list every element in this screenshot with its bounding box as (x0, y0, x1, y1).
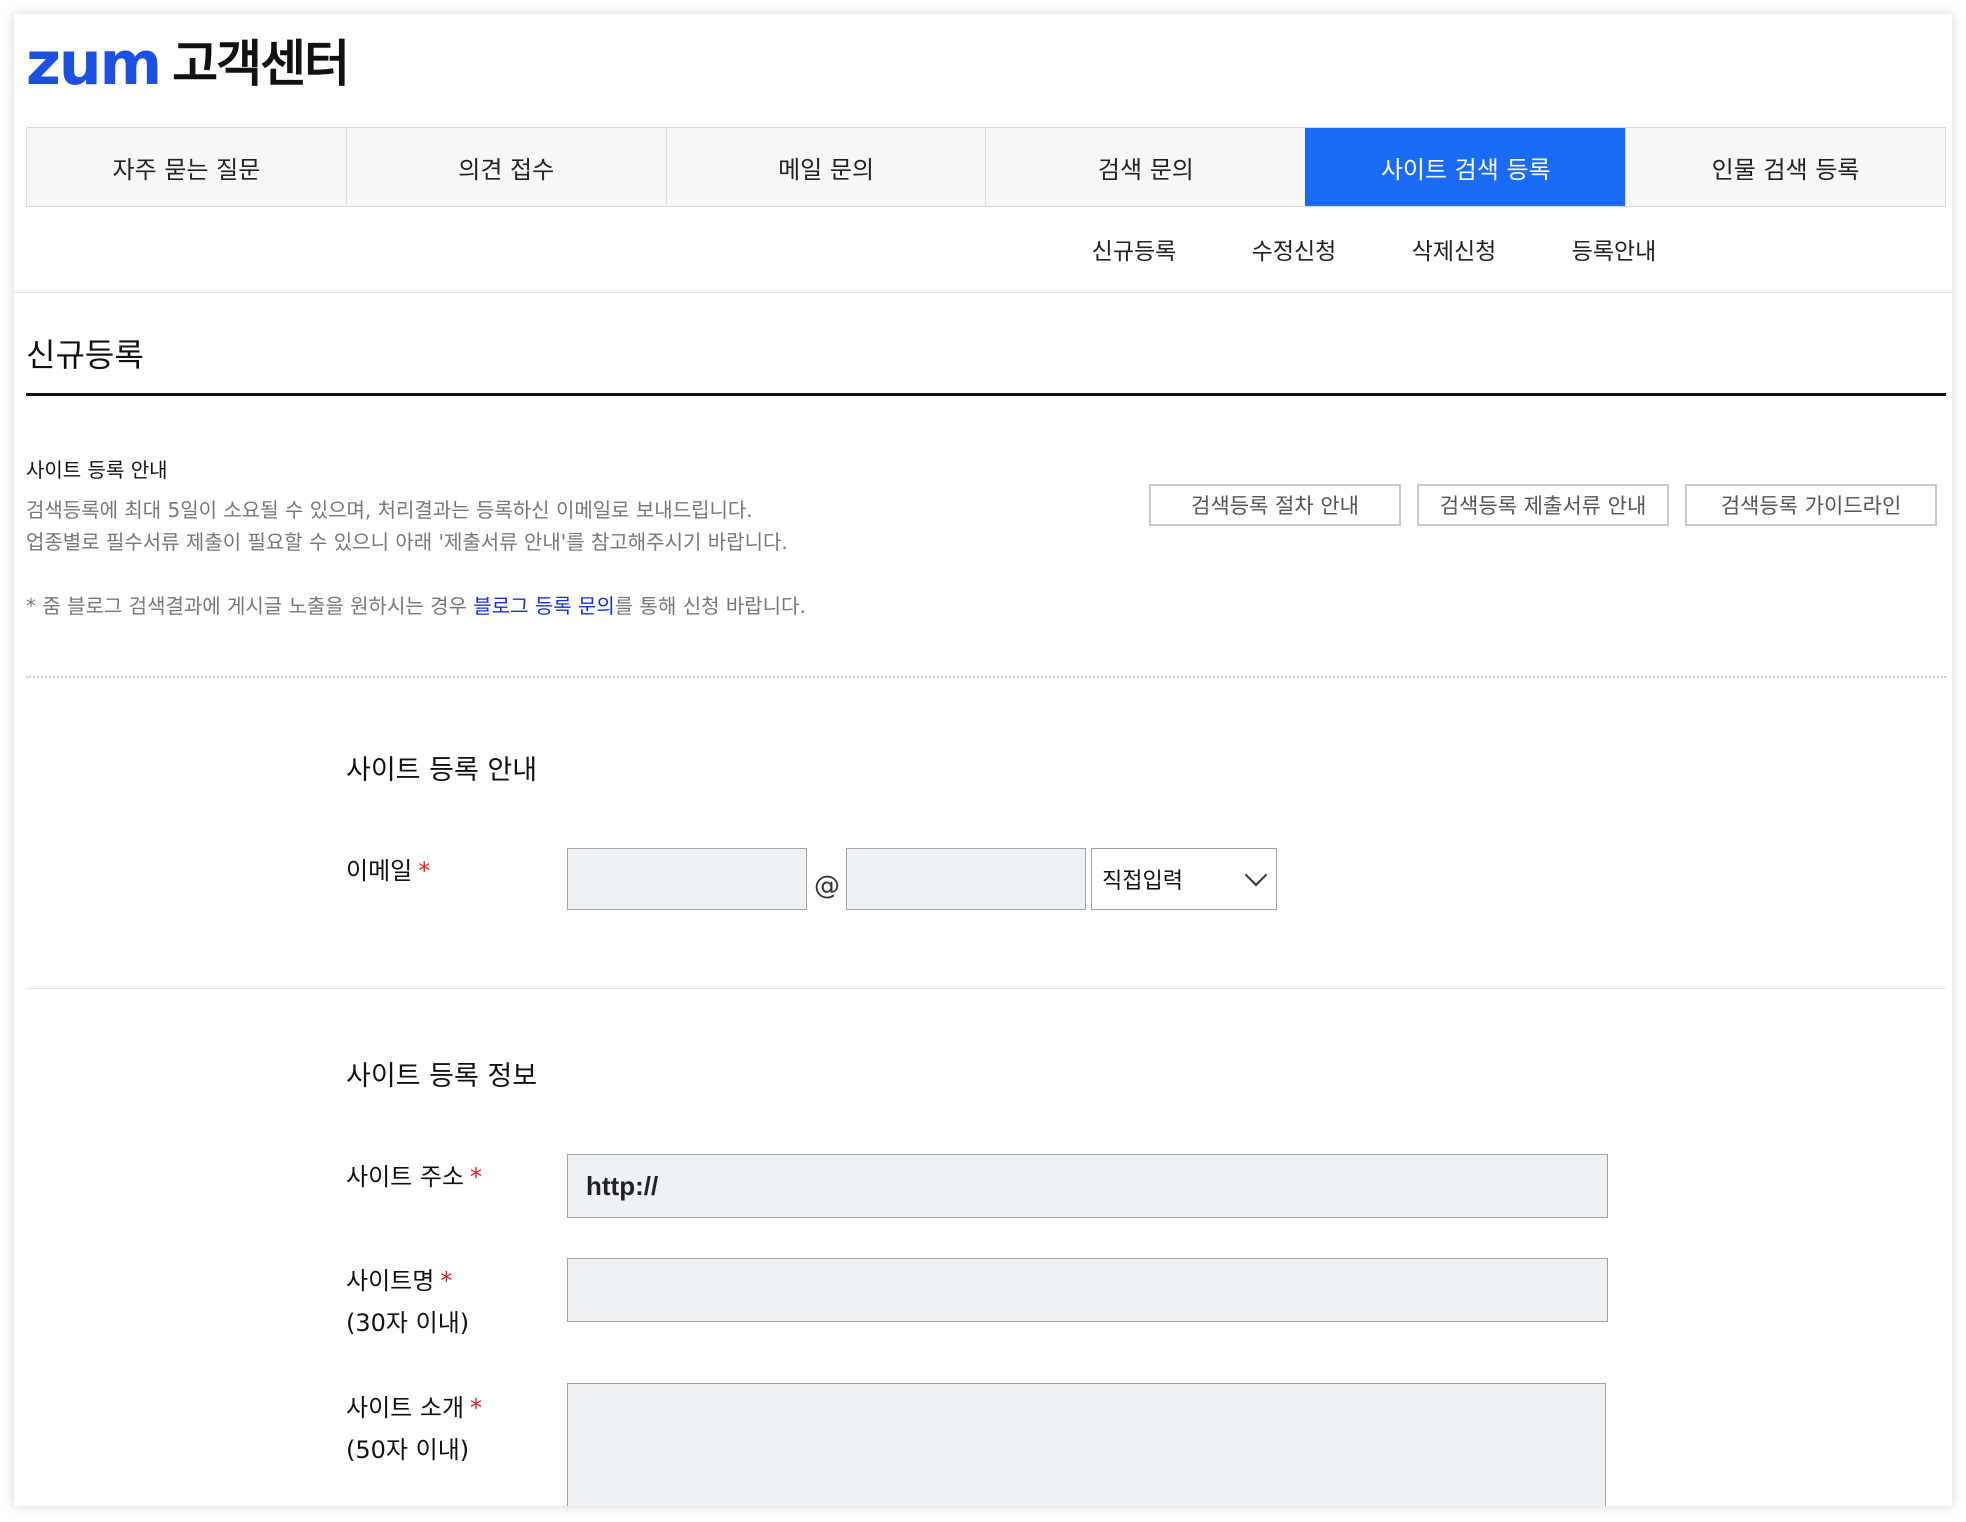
site-url-label: 사이트 주소 * (346, 1156, 482, 1198)
tab-person-search-register[interactable]: 인물 검색 등록 (1625, 128, 1946, 206)
subnav-register-guide[interactable]: 등록안내 (1534, 232, 1694, 266)
email-section-title: 사이트 등록 안내 (346, 755, 538, 786)
tab-feedback[interactable]: 의견 접수 (345, 128, 666, 206)
blog-notice-prefix: * 줌 블로그 검색결과에 게시글 노출을 원하시는 경우 (26, 594, 474, 618)
guideline-button[interactable]: 검색등록 가이드라인 (1685, 484, 1937, 526)
subnav-edit-request[interactable]: 수정신청 (1214, 232, 1374, 266)
required-mark: * (470, 1163, 483, 1191)
page-title: 신규등록 (26, 336, 144, 374)
required-mark: * (470, 1394, 483, 1422)
email-label-text: 이메일 (346, 857, 413, 885)
required-mark: * (440, 1267, 453, 1295)
tab-search-inquiry[interactable]: 검색 문의 (985, 128, 1306, 206)
subnav-delete-request[interactable]: 삭제신청 (1374, 232, 1534, 266)
customer-center-title: 고객센터 (172, 35, 350, 93)
sub-nav: 신규등록 수정신청 삭제신청 등록안내 (1054, 232, 1694, 266)
email-label: 이메일 * (346, 850, 430, 892)
site-intro-label: 사이트 소개 * (50자 이내) (346, 1387, 482, 1471)
page-frame: zum 고객센터 자주 묻는 질문 의견 접수 메일 문의 검색 문의 사이트 … (14, 14, 1952, 1506)
required-documents-button[interactable]: 검색등록 제출서류 안내 (1417, 484, 1669, 526)
blog-notice: * 줌 블로그 검색결과에 게시글 노출을 원하시는 경우 블로그 등록 문의를… (26, 590, 806, 619)
chevron-down-icon (1244, 863, 1268, 887)
info-line-1: 검색등록에 최대 5일이 소요될 수 있으며, 처리결과는 등록하신 이메일로 … (26, 498, 753, 522)
site-name-input[interactable] (567, 1258, 1608, 1322)
site-name-label-text: 사이트명 (346, 1267, 435, 1295)
site-info-section-title: 사이트 등록 정보 (346, 1061, 538, 1092)
tab-site-search-register[interactable]: 사이트 검색 등록 (1305, 128, 1626, 206)
site-url-label-text: 사이트 주소 (346, 1163, 465, 1191)
site-url-input[interactable]: http:// (567, 1154, 1608, 1218)
title-rule (26, 393, 1946, 396)
email-domain-input[interactable] (846, 848, 1086, 910)
dotted-divider (26, 676, 1946, 678)
site-intro-label-text: 사이트 소개 (346, 1394, 465, 1422)
email-domain-select-value: 직접입력 (1102, 869, 1183, 894)
site-intro-hint: (50자 이내) (346, 1436, 470, 1464)
site-logo[interactable]: zum 고객센터 (26, 29, 350, 99)
register-procedure-button[interactable]: 검색등록 절차 안내 (1149, 484, 1401, 526)
site-name-label: 사이트명 * (30자 이내) (346, 1260, 469, 1344)
tab-faq[interactable]: 자주 묻는 질문 (26, 128, 346, 206)
divider (14, 292, 1952, 293)
blog-notice-suffix: 를 통해 신청 바랍니다. (614, 594, 806, 618)
email-domain-select[interactable]: 직접입력 (1091, 848, 1277, 910)
info-line-2: 업종별로 필수서류 제출이 필요할 수 있으니 아래 '제출서류 안내'를 참고… (26, 530, 788, 554)
tab-mail-inquiry[interactable]: 메일 문의 (665, 128, 986, 206)
site-name-hint: (30자 이내) (346, 1309, 470, 1337)
site-intro-textarea[interactable] (567, 1383, 1606, 1506)
required-mark: * (418, 857, 431, 885)
email-id-input[interactable] (567, 848, 807, 910)
zum-logo: zum (26, 29, 162, 99)
blog-register-link[interactable]: 블로그 등록 문의 (473, 594, 615, 618)
subnav-new-register[interactable]: 신규등록 (1054, 232, 1214, 266)
at-symbol: @ (814, 871, 840, 901)
guide-buttons: 검색등록 절차 안내 검색등록 제출서류 안내 검색등록 가이드라인 (1149, 484, 1937, 526)
section-divider (26, 988, 1946, 989)
info-heading: 사이트 등록 안내 (26, 458, 168, 482)
main-tabs: 자주 묻는 질문 의견 접수 메일 문의 검색 문의 사이트 검색 등록 인물 … (26, 127, 1946, 207)
